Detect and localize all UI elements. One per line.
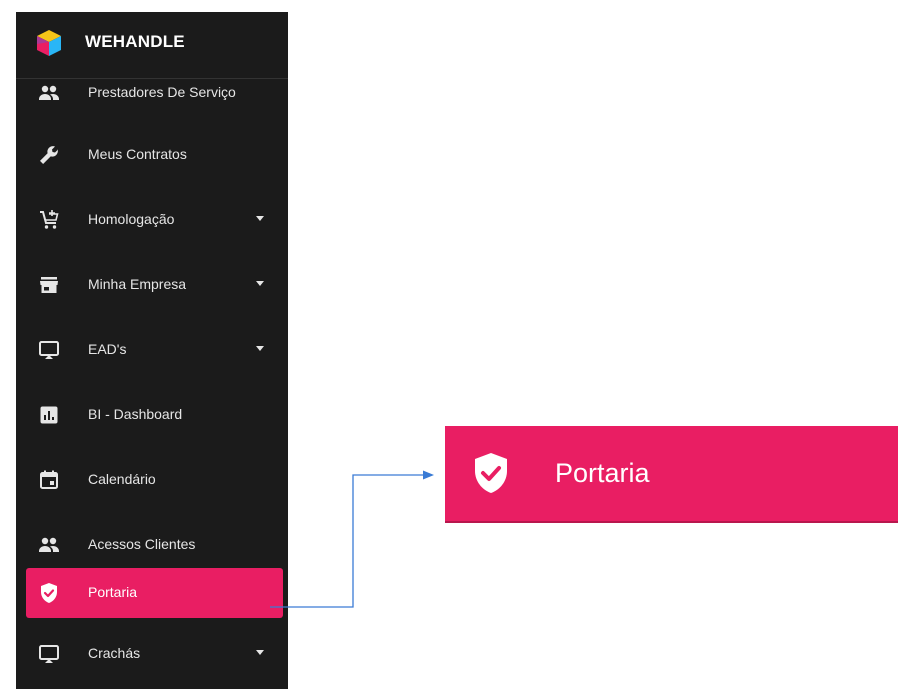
portaria-callout: Portaria [445, 426, 898, 523]
shield-check-icon [467, 449, 515, 497]
callout-arrow [270, 470, 434, 608]
callout-label: Portaria [555, 458, 650, 488]
